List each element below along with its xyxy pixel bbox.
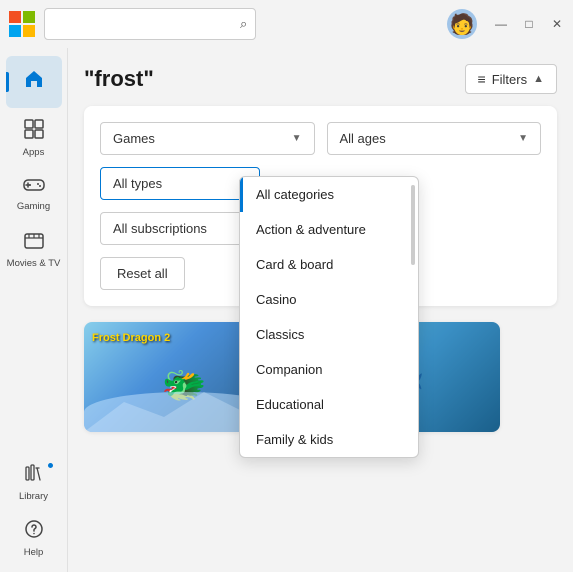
library-notification-dot — [47, 462, 54, 469]
categories-dropdown: All categories Action & adventure Card &… — [239, 176, 419, 458]
dropdown-item-companion[interactable]: Companion — [240, 352, 418, 387]
all-categories-label: All categories — [256, 187, 334, 202]
apps-icon — [24, 119, 44, 145]
sidebar-item-apps-label: Apps — [23, 147, 45, 158]
sidebar-item-home[interactable] — [6, 56, 62, 108]
sidebar-item-movies-label: Movies & TV — [7, 258, 61, 269]
window-controls: — □ ✕ — [493, 17, 565, 31]
family-kids-label: Family & kids — [256, 432, 333, 447]
sidebar-item-library-label: Library — [19, 491, 48, 502]
reset-button[interactable]: Reset all — [100, 257, 185, 290]
maximize-button[interactable]: □ — [521, 17, 537, 31]
filter-age-select[interactable]: All ages ▼ — [327, 122, 542, 155]
dropdown-scrollbar — [411, 185, 415, 265]
search-box[interactable]: frost ⌕ — [44, 8, 256, 40]
minimize-button[interactable]: — — [493, 17, 509, 31]
gaming-icon — [23, 176, 45, 199]
dropdown-item-all-categories[interactable]: All categories — [240, 177, 418, 212]
filter-type-value: Games — [113, 131, 155, 146]
avatar[interactable]: 🧑 — [447, 9, 477, 39]
sidebar-bottom: Library Help — [0, 456, 67, 572]
filter-row-1: Games ▼ All ages ▼ — [100, 122, 541, 155]
dropdown-item-classics[interactable]: Classics — [240, 317, 418, 352]
filter-panel: Games ▼ All ages ▼ All types ▼ All subsc… — [84, 106, 557, 306]
app-logo — [8, 10, 36, 38]
sidebar: Apps Gaming — [0, 48, 68, 572]
content-area: "frost" ≡ Filters ▲ Games ▼ All ages ▼ — [68, 48, 573, 572]
filters-icon: ≡ — [478, 71, 486, 87]
sidebar-item-gaming[interactable]: Gaming — [6, 168, 62, 220]
main-layout: Apps Gaming — [0, 48, 573, 572]
dropdown-item-casino[interactable]: Casino — [240, 282, 418, 317]
sidebar-item-help-label: Help — [24, 547, 44, 558]
sidebar-item-library[interactable]: Library — [6, 456, 62, 508]
frost-dragon-title: Frost Dragon 2 — [92, 332, 170, 345]
filters-button[interactable]: ≡ Filters ▲ — [465, 64, 557, 94]
page-header: "frost" ≡ Filters ▲ — [84, 48, 557, 106]
dropdown-item-action[interactable]: Action & adventure — [240, 212, 418, 247]
dropdown-item-educational[interactable]: Educational — [240, 387, 418, 422]
filter-type-select[interactable]: Games ▼ — [100, 122, 315, 155]
companion-label: Companion — [256, 362, 323, 377]
sidebar-item-apps[interactable]: Apps — [6, 112, 62, 164]
title-bar: frost ⌕ 🧑 — □ ✕ — [0, 0, 573, 48]
sidebar-item-gaming-label: Gaming — [17, 201, 50, 212]
age-chevron-icon: ▼ — [518, 133, 528, 144]
page-title: "frost" — [84, 66, 154, 92]
search-input[interactable]: frost — [53, 16, 234, 32]
filter-all-types-value: All types — [113, 176, 162, 191]
home-icon — [23, 68, 45, 96]
filter-all-types-select[interactable]: All types ▼ — [100, 167, 260, 200]
card-board-label: Card & board — [256, 257, 333, 272]
search-icon-button[interactable]: ⌕ — [240, 16, 247, 32]
action-adventure-label: Action & adventure — [256, 222, 366, 237]
close-button[interactable]: ✕ — [549, 17, 565, 31]
sidebar-item-help[interactable]: Help — [6, 512, 62, 564]
dropdown-item-family[interactable]: Family & kids — [240, 422, 418, 457]
sidebar-item-movies[interactable]: Movies & TV — [6, 224, 62, 276]
educational-label: Educational — [256, 397, 324, 412]
filter-age-value: All ages — [340, 131, 386, 146]
classics-label: Classics — [256, 327, 304, 342]
active-indicator — [6, 72, 9, 92]
type-chevron-icon: ▼ — [292, 133, 302, 144]
filters-label: Filters — [492, 72, 527, 87]
filters-chevron-icon: ▲ — [533, 73, 544, 85]
filter-subscriptions-value: All subscriptions — [113, 221, 207, 236]
casino-label: Casino — [256, 292, 296, 307]
filter-subscriptions-select[interactable]: All subscriptions ▼ — [100, 212, 260, 245]
help-icon — [24, 519, 44, 545]
library-icon — [24, 463, 44, 489]
dropdown-item-card[interactable]: Card & board — [240, 247, 418, 282]
movies-icon — [24, 232, 44, 256]
